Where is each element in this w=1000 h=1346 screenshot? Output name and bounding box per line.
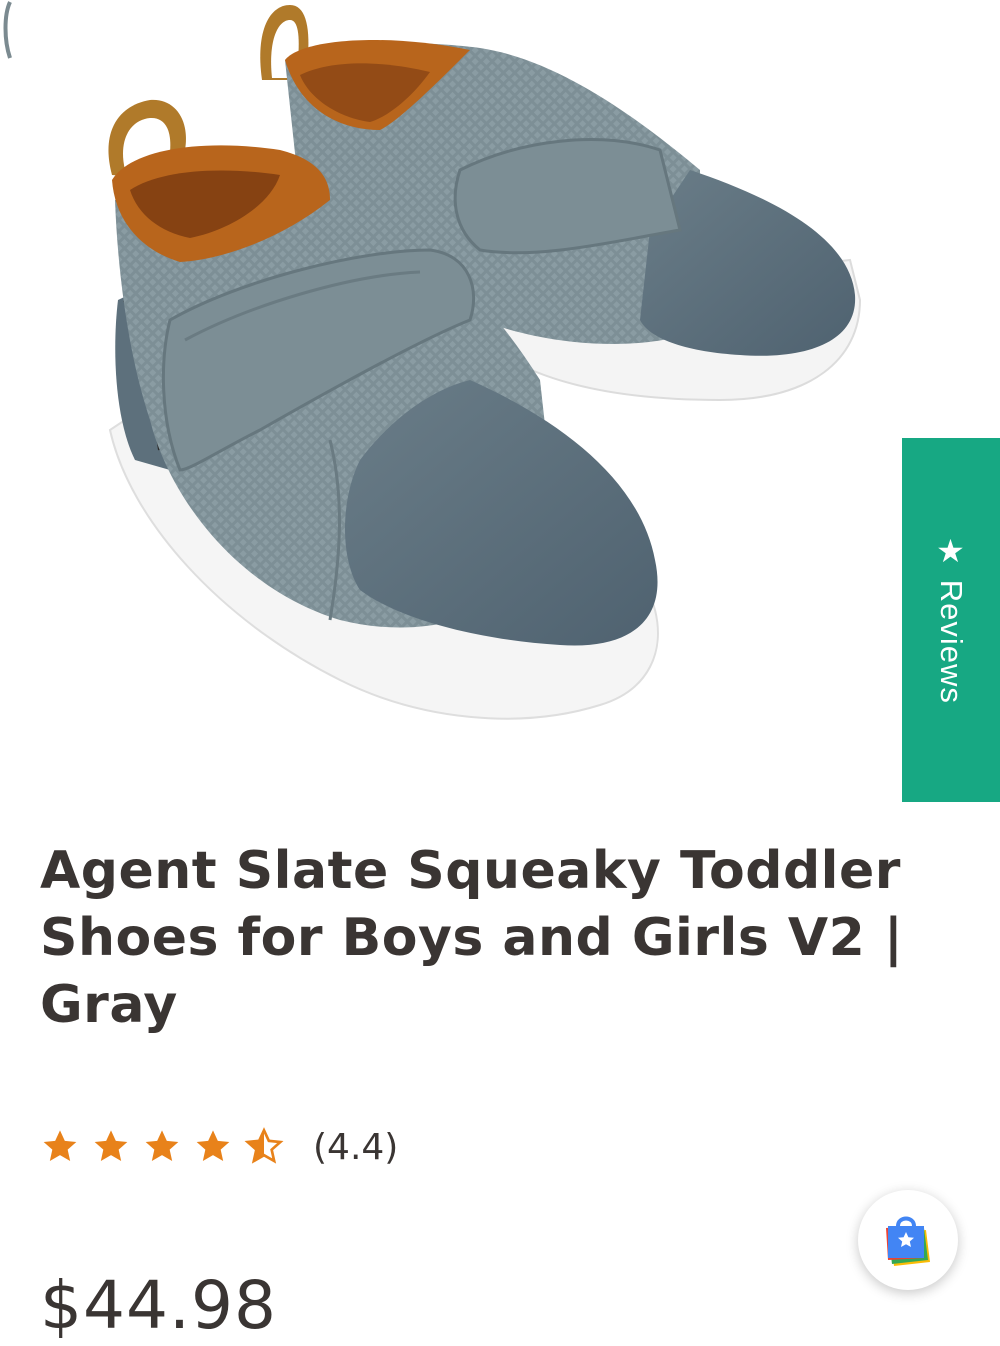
star-full-icon xyxy=(196,1130,230,1161)
product-price: $44.98 xyxy=(40,1267,277,1344)
shoe-illustration xyxy=(108,5,862,720)
next-image-peek xyxy=(3,1,12,59)
star-full-icon xyxy=(94,1130,128,1161)
product-image[interactable] xyxy=(0,0,1000,800)
star-icon: ★ xyxy=(936,532,966,569)
star-full-icon xyxy=(145,1130,179,1161)
shopping-bag-star-icon xyxy=(886,1216,930,1266)
rating[interactable]: (4.4) xyxy=(40,1122,398,1172)
reviews-tab-label: Reviews xyxy=(934,579,969,704)
star-half-icon xyxy=(244,1127,284,1164)
star-full-icon xyxy=(43,1130,77,1161)
reviews-tab[interactable]: ★ Reviews xyxy=(902,438,1000,802)
shopping-badge-button[interactable] xyxy=(858,1190,958,1290)
product-title: Agent Slate Squeaky Toddler Shoes for Bo… xyxy=(40,841,904,1035)
rating-value: (4.4) xyxy=(313,1126,399,1168)
